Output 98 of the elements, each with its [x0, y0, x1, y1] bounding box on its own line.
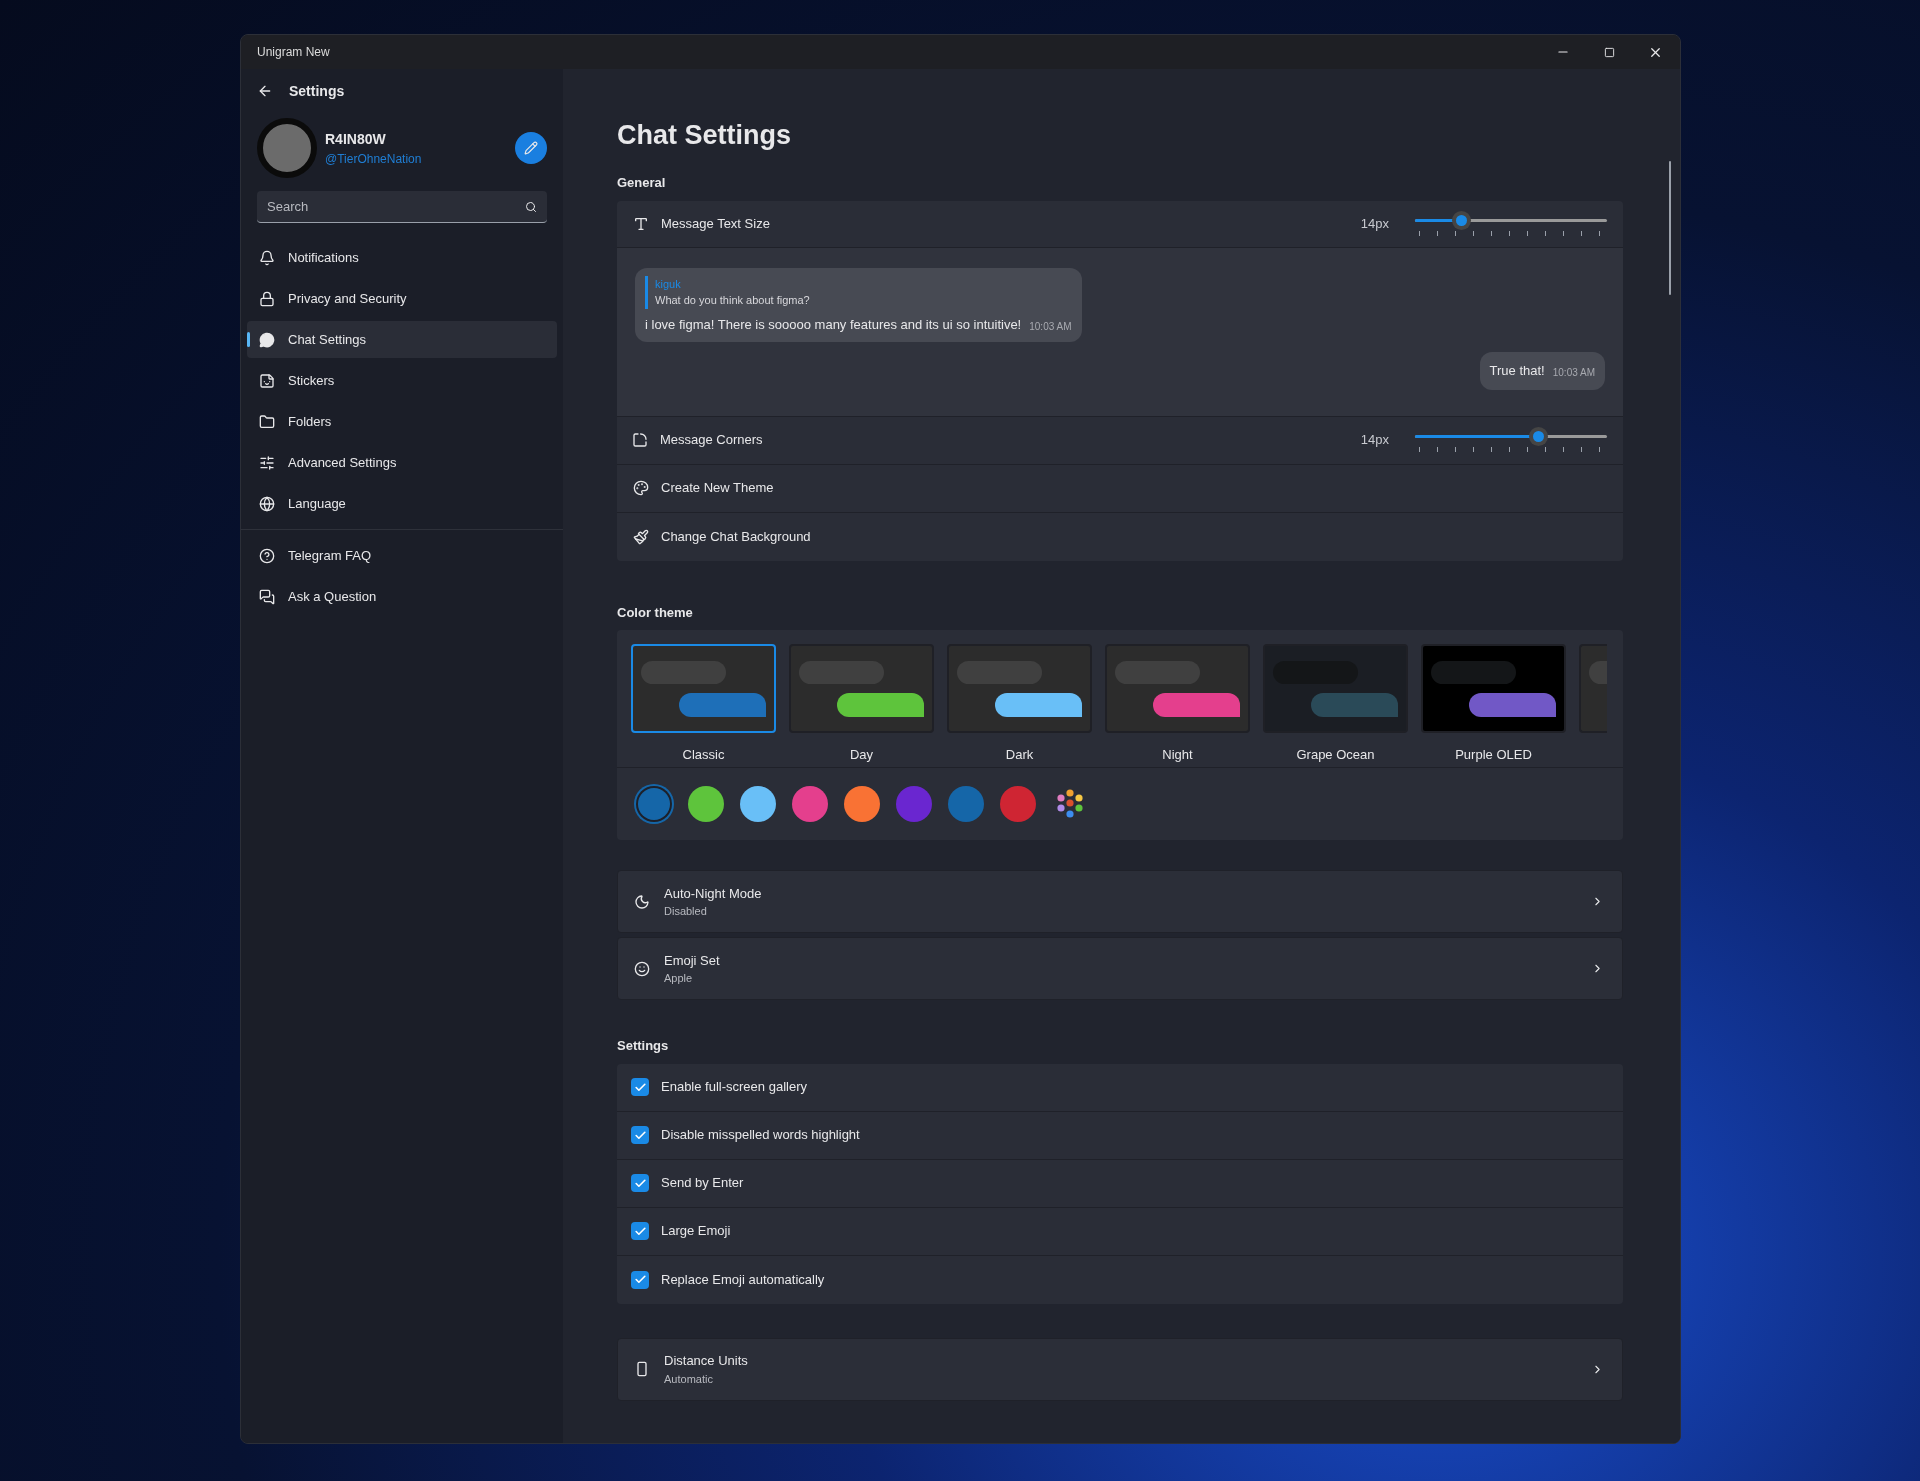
color-swatch[interactable] — [638, 788, 670, 820]
row-icon — [634, 893, 650, 910]
menu-icon — [259, 372, 275, 389]
theme-label: Night — [1162, 746, 1193, 764]
checkbox[interactable] — [631, 1270, 649, 1289]
help-icon — [259, 547, 275, 564]
checkbox[interactable] — [631, 1174, 649, 1192]
menu-icon — [259, 413, 275, 430]
message-time: 10:03 AM — [1552, 366, 1595, 380]
check-icon — [633, 1273, 647, 1286]
sidebar-item[interactable]: Notifications — [247, 239, 557, 276]
option-label: Enable full-screen gallery — [661, 1078, 807, 1097]
row-label: Message Text Size — [661, 214, 771, 233]
theme-label: Grape Ocean — [1296, 746, 1375, 764]
color-swatch[interactable] — [740, 786, 776, 822]
settings-row[interactable]: Change Chat Background — [617, 512, 1623, 561]
slider-value: 14px — [1360, 431, 1389, 450]
row-label: Auto-Night Mode — [664, 884, 763, 903]
color-swatch[interactable] — [792, 786, 828, 822]
sidebar-item[interactable]: Language — [247, 485, 557, 522]
message-time: 10:03 AM — [1029, 320, 1072, 334]
section-heading: General — [617, 174, 667, 192]
color-swatch[interactable] — [948, 786, 984, 822]
row-icon — [634, 1361, 650, 1377]
section-heading: Settings — [617, 1037, 670, 1055]
slider-thumb[interactable] — [1452, 210, 1472, 230]
theme-preview[interactable] — [1105, 644, 1250, 733]
color-swatch[interactable] — [688, 786, 724, 822]
row-value: Apple — [664, 971, 694, 986]
menu-icon — [259, 249, 275, 266]
message-text: i love figma! There is sooooo many features and its ui so intuitive! — [645, 315, 1022, 334]
theme-label: Classic — [682, 746, 725, 764]
option-label: Send by Enter — [661, 1174, 744, 1193]
option-label: Large Emoji — [661, 1222, 731, 1241]
menu-icon — [259, 331, 275, 348]
row-icon — [634, 960, 650, 977]
sidebar-title: Settings — [289, 81, 345, 101]
sidebar-item[interactable]: Folders — [247, 403, 557, 440]
avatar — [257, 118, 317, 178]
row-icon — [633, 528, 649, 545]
text-size-icon — [633, 215, 649, 232]
option-label: Replace Emoji automatically — [661, 1270, 825, 1289]
reply-name: kiguk — [655, 276, 682, 292]
sidebar-item[interactable]: Advanced Settings — [247, 444, 557, 481]
maximize-icon — [1603, 46, 1615, 58]
menu-icon — [259, 454, 275, 471]
checkbox[interactable] — [631, 1126, 649, 1144]
settings-link[interactable]: Emoji Set Apple — [617, 937, 1623, 1000]
sidebar-item[interactable]: Stickers — [247, 362, 557, 399]
sidebar-item[interactable]: Telegram FAQ — [247, 537, 557, 574]
row-label: Emoji Set — [664, 951, 721, 970]
settings-row[interactable]: Create New Theme — [617, 464, 1623, 513]
theme-preview[interactable] — [1421, 644, 1566, 733]
section-heading: Color theme — [617, 603, 694, 622]
settings-link[interactable]: Auto-Night Mode Disabled — [617, 870, 1623, 933]
check-icon — [633, 1224, 647, 1238]
theme-label: Dark — [1005, 746, 1034, 764]
row-value: Automatic — [664, 1371, 714, 1387]
page-title: Chat Settings — [617, 119, 792, 152]
edit-button[interactable] — [515, 132, 547, 164]
scrollbar[interactable] — [1669, 161, 1671, 295]
slider-value: 14px — [1360, 214, 1389, 233]
settings-link[interactable]: Distance Units Automatic — [617, 1337, 1623, 1401]
sidebar-item[interactable]: Chat Settings — [247, 321, 557, 358]
menu-icon — [259, 495, 275, 512]
theme-label: Day — [849, 746, 874, 764]
row-label: Message Corners — [660, 431, 764, 450]
search-icon[interactable] — [525, 201, 537, 213]
sidebar-item[interactable]: Privacy and Security — [247, 280, 557, 317]
window-title: Unigram New — [257, 44, 331, 61]
menu-icon — [259, 290, 275, 307]
option-label: Disable misspelled words highlight — [661, 1126, 860, 1145]
color-swatch[interactable] — [1000, 786, 1036, 822]
check-icon — [633, 1080, 647, 1094]
row-icon — [633, 480, 649, 496]
check-icon — [633, 1176, 647, 1190]
back-icon[interactable] — [257, 83, 273, 99]
color-swatch[interactable] — [896, 786, 932, 822]
sidebar-item[interactable]: Ask a Question — [247, 578, 557, 615]
profile-username: @TierOhneNation — [325, 150, 423, 168]
slider-thumb[interactable] — [1528, 427, 1548, 446]
checkbox[interactable] — [631, 1222, 649, 1240]
theme-preview[interactable] — [631, 644, 776, 733]
theme-preview[interactable] — [789, 644, 934, 733]
checkbox[interactable] — [631, 1078, 649, 1096]
color-swatch[interactable] — [844, 786, 880, 822]
check-icon — [633, 1128, 647, 1142]
pencil-icon — [524, 141, 538, 155]
message-text: True that! — [1489, 362, 1545, 381]
search-field[interactable]: Search — [257, 191, 547, 223]
theme-preview[interactable] — [947, 644, 1092, 733]
theme-label: Purple OLED — [1455, 746, 1532, 764]
help-icon — [259, 588, 275, 605]
reply-text: What do you think about figma? — [655, 293, 811, 308]
profile-name: R4IN80W — [325, 129, 387, 149]
row-label: Distance Units — [664, 1352, 749, 1370]
row-value: Disabled — [664, 904, 708, 919]
corners-icon — [632, 432, 648, 448]
